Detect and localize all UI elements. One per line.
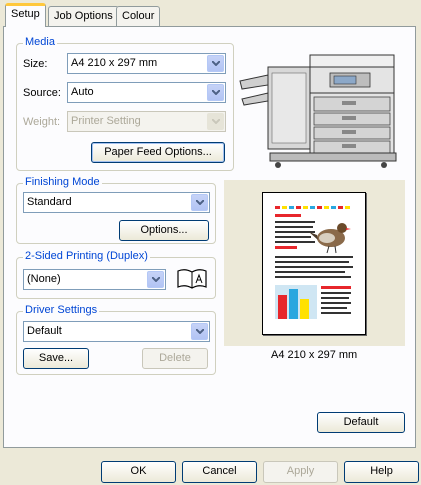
finishing-options-label: Options... bbox=[140, 224, 188, 236]
duplex-book-icon bbox=[176, 267, 208, 291]
paper-feed-options-button[interactable]: Paper Feed Options... bbox=[91, 142, 225, 163]
weight-dropdown: Printer Setting bbox=[67, 111, 226, 132]
save-settings-label: Save... bbox=[38, 352, 74, 364]
weight-value: Printer Setting bbox=[71, 115, 141, 127]
cancel-label: Cancel bbox=[202, 465, 237, 477]
chevron-down-icon bbox=[207, 113, 224, 130]
chevron-down-icon[interactable] bbox=[191, 323, 208, 340]
finishing-mode-dropdown[interactable]: Standard bbox=[23, 192, 210, 213]
setup-panel: Media Size: A4 210 x 297 mm Source: Auto… bbox=[3, 26, 416, 448]
preview-page bbox=[262, 192, 366, 335]
apply-button: Apply bbox=[263, 461, 338, 483]
apply-label: Apply bbox=[286, 465, 315, 477]
delete-settings-label: Delete bbox=[159, 352, 191, 364]
tab-colour[interactable]: Colour bbox=[116, 6, 161, 26]
paper-feed-options-label: Paper Feed Options... bbox=[104, 146, 212, 158]
chevron-down-icon[interactable] bbox=[191, 194, 208, 211]
printer-image bbox=[234, 45, 404, 173]
driver-settings-dropdown[interactable]: Default bbox=[23, 321, 210, 342]
duplex-title: 2-Sided Printing (Duplex) bbox=[23, 250, 150, 262]
default-button[interactable]: Default bbox=[317, 412, 405, 433]
size-value: A4 210 x 297 mm bbox=[71, 57, 158, 69]
save-settings-button[interactable]: Save... bbox=[23, 348, 89, 369]
source-label: Source: bbox=[23, 87, 61, 99]
chevron-down-icon[interactable] bbox=[207, 84, 224, 101]
media-group-title: Media bbox=[23, 36, 57, 48]
finishing-options-button[interactable]: Options... bbox=[119, 220, 209, 241]
page-preview bbox=[224, 180, 405, 346]
help-label: Help bbox=[370, 465, 393, 477]
tab-label: Setup bbox=[11, 8, 40, 20]
tab-label: Colour bbox=[122, 10, 155, 22]
chevron-down-icon[interactable] bbox=[147, 271, 164, 288]
duplex-dropdown[interactable]: (None) bbox=[23, 269, 166, 290]
size-dropdown[interactable]: A4 210 x 297 mm bbox=[67, 53, 226, 74]
finishing-mode-value: Standard bbox=[27, 196, 72, 208]
size-label: Size: bbox=[23, 58, 48, 70]
source-value: Auto bbox=[71, 86, 94, 98]
ok-label: OK bbox=[130, 465, 147, 477]
delete-settings-button: Delete bbox=[142, 348, 208, 369]
weight-label: Weight: bbox=[23, 116, 61, 128]
help-button[interactable]: Help bbox=[344, 461, 419, 483]
source-dropdown[interactable]: Auto bbox=[67, 82, 226, 103]
default-label: Default bbox=[343, 416, 379, 428]
tab-setup[interactable]: Setup bbox=[5, 3, 46, 27]
chevron-down-icon[interactable] bbox=[207, 55, 224, 72]
driver-settings-title: Driver Settings bbox=[23, 304, 100, 316]
preview-caption: A4 210 x 297 mm bbox=[271, 349, 358, 361]
tab-job-options[interactable]: Job Options bbox=[48, 6, 119, 26]
bird-illustration bbox=[309, 223, 351, 254]
finishing-mode-title: Finishing Mode bbox=[23, 176, 102, 188]
driver-settings-value: Default bbox=[27, 325, 62, 337]
tab-label: Job Options bbox=[54, 10, 113, 22]
ok-button[interactable]: OK bbox=[101, 461, 176, 483]
duplex-value: (None) bbox=[27, 273, 61, 285]
cancel-button[interactable]: Cancel bbox=[182, 461, 257, 483]
